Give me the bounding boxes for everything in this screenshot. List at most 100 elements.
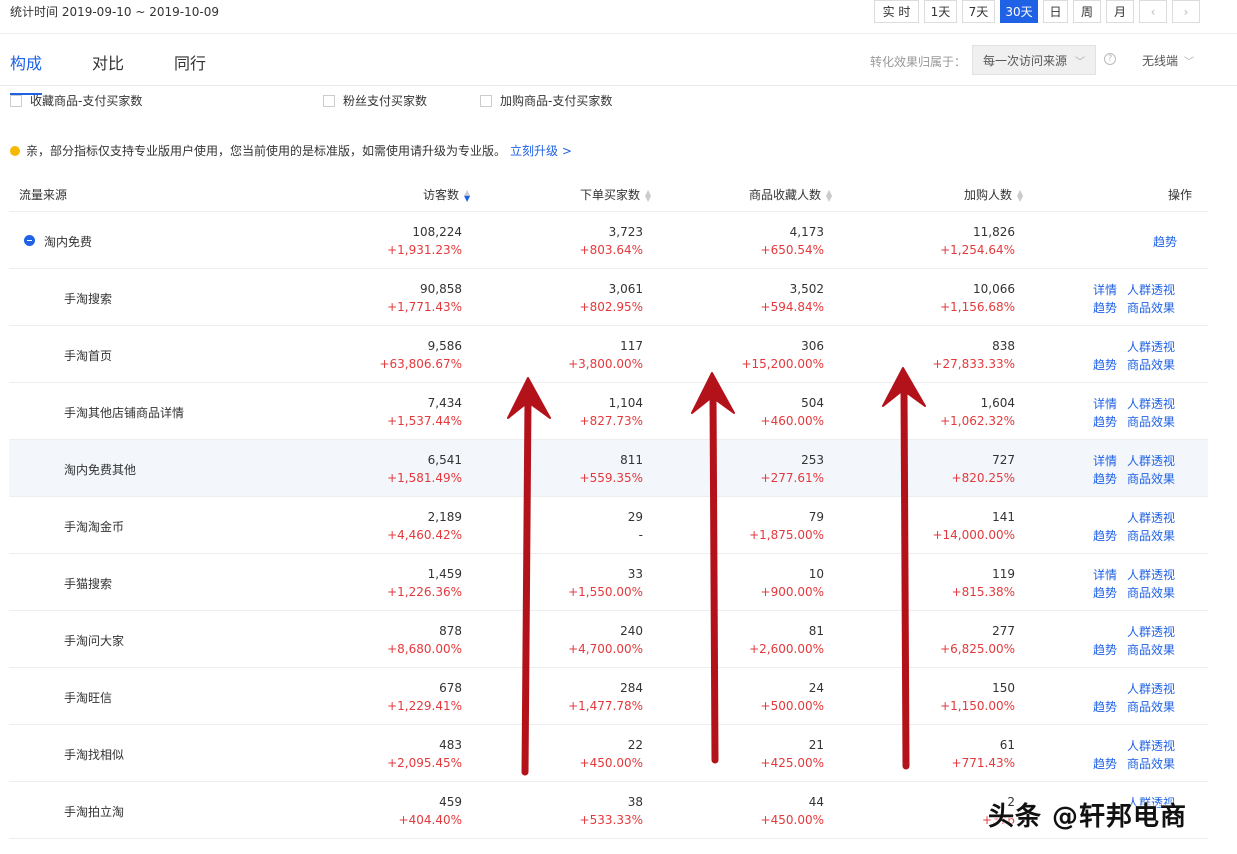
trend-link[interactable]: 趋势	[1093, 356, 1117, 373]
carts-value: 10,066	[973, 282, 1015, 296]
trend-link[interactable]: 趋势	[1093, 755, 1117, 772]
favorites-value: 79	[808, 510, 824, 524]
range-7day-button[interactable]: 7天	[962, 0, 995, 23]
upgrade-link[interactable]: 立刻升级 >	[510, 142, 572, 159]
checkbox-cart-pay[interactable]: 加购商品-支付买家数	[480, 92, 612, 109]
detail-link[interactable]: 详情	[1093, 566, 1117, 583]
attribution-select[interactable]: 每一次访问来源 ﹀	[972, 45, 1096, 75]
range-month-button[interactable]: 月	[1106, 0, 1134, 23]
product-effect-link[interactable]: 商品效果	[1127, 356, 1175, 373]
favorites-change: +500.00%	[760, 699, 824, 713]
orders-value: 284	[620, 681, 643, 695]
header-carts[interactable]: 加购人数 ▲ ▼	[964, 186, 1023, 203]
source-name: 手淘旺信	[64, 691, 113, 705]
product-effect-link[interactable]: 商品效果	[1127, 470, 1175, 487]
trend-link[interactable]: 趋势	[1093, 413, 1117, 430]
tab-peers[interactable]: 同行	[174, 50, 206, 84]
orders-cell: 33 +1,550.00%	[503, 554, 643, 610]
source-name: 手淘问大家	[64, 634, 125, 648]
stat-range: 统计时间 2019-09-10 ~ 2019-10-09	[10, 5, 219, 19]
product-effect-link[interactable]: 商品效果	[1127, 527, 1175, 544]
header-orders[interactable]: 下单买家数 ▲ ▼	[580, 186, 651, 203]
range-realtime-button[interactable]: 实 时	[874, 0, 919, 23]
header-favorites[interactable]: 商品收藏人数 ▲ ▼	[749, 186, 832, 203]
row-actions: 人群透视 趋势 商品效果	[1093, 623, 1193, 659]
favorites-value: 44	[808, 795, 824, 809]
row-actions: 人群透视 趋势 商品效果	[1093, 737, 1193, 773]
carts-value: 119	[992, 567, 1015, 581]
row-actions: 详情 人群透视 趋势 商品效果	[1093, 566, 1193, 602]
crowd-insight-link[interactable]: 人群透视	[1127, 338, 1175, 355]
trend-link[interactable]: 趋势	[1093, 584, 1117, 601]
visitors-cell: 6,541 +1,581.49%	[322, 440, 462, 496]
row-actions: 人群透视 趋势 商品效果	[1093, 680, 1193, 716]
detail-link[interactable]: 详情	[1093, 395, 1117, 412]
visitors-change: +1,931.23%	[387, 243, 462, 257]
checkbox-fan-pay[interactable]: 粉丝支付买家数	[323, 92, 427, 109]
favorites-value: 10	[808, 567, 824, 581]
table-row: 手淘旺信 678 +1,229.41% 284 +1,477.78% 24 +500.00%…	[9, 668, 1208, 725]
product-effect-link[interactable]: 商品效果	[1127, 584, 1175, 601]
crowd-insight-link[interactable]: 人群透视	[1127, 509, 1175, 526]
crowd-insight-link[interactable]: 人群透视	[1127, 395, 1175, 412]
checkbox-label: 加购商品-支付买家数	[500, 94, 613, 108]
favorites-value: 3,502	[789, 282, 824, 296]
carts-value: 1,604	[980, 396, 1015, 410]
detail-link[interactable]: 详情	[1093, 281, 1117, 298]
favorites-value: 253	[801, 453, 824, 467]
row-actions: 趋势	[1093, 224, 1193, 260]
favorites-cell: 24 +500.00%	[684, 668, 824, 724]
crowd-insight-link[interactable]: 人群透视	[1127, 737, 1175, 754]
attribution-value: 每一次访问来源	[983, 53, 1068, 68]
product-effect-link[interactable]: 商品效果	[1127, 698, 1175, 715]
chevron-left-icon[interactable]: ‹	[1139, 0, 1167, 23]
crowd-insight-link[interactable]: 人群透视	[1127, 623, 1175, 640]
header-visitors[interactable]: 访客数 ▲ ▼	[423, 186, 470, 203]
crowd-insight-link[interactable]: 人群透视	[1127, 566, 1175, 583]
trend-link[interactable]: 趋势	[1093, 641, 1117, 658]
chevron-right-icon[interactable]: ›	[1172, 0, 1200, 23]
sort-icon: ▲ ▼	[1017, 187, 1024, 203]
row-actions: 详情 人群透视 趋势 商品效果	[1093, 395, 1193, 431]
carts-cell: 11,826 +1,254.64%	[875, 212, 1015, 268]
trend-link[interactable]: 趋势	[1093, 698, 1117, 715]
source-name: 手淘其他店铺商品详情	[64, 406, 185, 420]
trend-link[interactable]: 趋势	[1093, 470, 1117, 487]
carts-change: +14,000.00%	[932, 528, 1015, 542]
product-effect-link[interactable]: 商品效果	[1127, 299, 1175, 316]
carts-cell: 61 +771.43%	[875, 725, 1015, 781]
favorites-cell: 504 +460.00%	[684, 383, 824, 439]
product-effect-link[interactable]: 商品效果	[1127, 413, 1175, 430]
crowd-insight-link[interactable]: 人群透视	[1127, 452, 1175, 469]
visitors-change: +1,229.41%	[387, 699, 462, 713]
table-row: 淘内免费 108,224 +1,931.23% 3,723 +803.64% 4,173 +…	[9, 212, 1208, 269]
device-select[interactable]: 无线端 ﹀	[1142, 52, 1194, 69]
favorites-value: 306	[801, 339, 824, 353]
help-icon[interactable]: ?	[1104, 53, 1116, 65]
product-effect-link[interactable]: 商品效果	[1127, 641, 1175, 658]
trend-link[interactable]: 趋势	[1153, 233, 1177, 250]
collapse-icon[interactable]	[24, 235, 35, 246]
orders-value: 811	[620, 453, 643, 467]
trend-link[interactable]: 趋势	[1093, 299, 1117, 316]
trend-link[interactable]: 趋势	[1093, 527, 1117, 544]
range-1day-button[interactable]: 1天	[924, 0, 957, 23]
crowd-insight-link[interactable]: 人群透视	[1127, 281, 1175, 298]
range-30day-button[interactable]: 30天	[1000, 0, 1038, 23]
carts-value: 61	[999, 738, 1015, 752]
range-week-button[interactable]: 周	[1073, 0, 1101, 23]
visitors-value: 483	[439, 738, 462, 752]
product-effect-link[interactable]: 商品效果	[1127, 755, 1175, 772]
crowd-insight-link[interactable]: 人群透视	[1127, 680, 1175, 697]
orders-cell: 284 +1,477.78%	[503, 668, 643, 724]
favorites-change: +650.54%	[760, 243, 824, 257]
favorites-change: +460.00%	[760, 414, 824, 428]
range-day-button[interactable]: 日	[1043, 0, 1068, 23]
carts-cell: 141 +14,000.00%	[875, 497, 1015, 553]
table-header: 流量来源 访客数 ▲ ▼ 下单买家数 ▲ ▼ 商品收藏人数 ▲ ▼ 加购人数 ▲ ▼ 操作	[9, 174, 1208, 212]
visitors-change: +1,771.43%	[387, 300, 462, 314]
detail-link[interactable]: 详情	[1093, 452, 1117, 469]
tab-composition[interactable]: 构成	[10, 50, 43, 95]
checkbox-fav-pay[interactable]: 收藏商品-支付买家数	[10, 92, 142, 109]
tab-compare[interactable]: 对比	[92, 50, 124, 84]
